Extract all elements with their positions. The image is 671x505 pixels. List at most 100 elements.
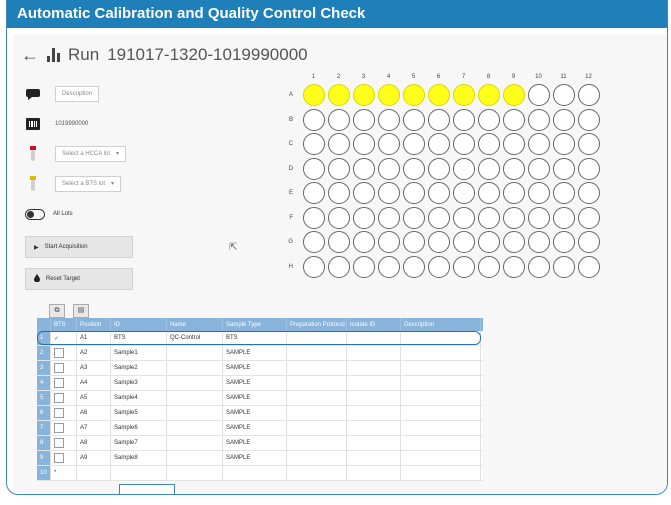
plate-well[interactable] [428,157,450,180]
bts-checkbox[interactable] [51,346,77,360]
plate-well[interactable] [453,231,475,253]
plate-well[interactable] [578,182,600,204]
plate-well[interactable] [403,108,425,131]
table-cell[interactable]: SAMPLE [223,451,287,465]
plate-well[interactable] [303,108,325,131]
plate-well[interactable] [403,255,425,278]
bts-checkbox[interactable] [51,421,77,435]
table-row[interactable]: 2 A2 Sample1 SAMPLE [37,346,483,361]
table-cell[interactable]: BTS [223,331,287,345]
plate-well[interactable] [553,108,575,131]
table-cell[interactable]: A5 [77,391,111,405]
plate-well[interactable] [553,133,575,155]
table-cell[interactable]: A2 [77,346,111,360]
plate-well[interactable] [528,255,550,278]
checkbox-box[interactable] [54,453,64,463]
table-cell[interactable] [347,331,401,345]
table-cell[interactable] [347,406,401,420]
plate-well[interactable] [378,255,400,278]
bts-checkbox[interactable]: ✓ [51,331,77,345]
plate-well[interactable] [303,255,325,278]
table-cell[interactable] [287,331,347,345]
plate-well[interactable] [328,182,350,204]
plate-well[interactable] [403,84,425,106]
back-arrow-icon[interactable]: ← [21,45,39,66]
plate-well[interactable] [403,231,425,253]
bts-checkbox[interactable] [51,391,77,405]
table-row[interactable]: 3 A3 Sample2 SAMPLE [37,361,483,376]
plate-well[interactable] [403,133,425,155]
bts-checkbox[interactable] [51,361,77,375]
table-cell[interactable]: A9 [77,451,111,465]
table-cell[interactable] [167,361,223,375]
plate-well[interactable] [553,157,575,180]
copy-icon[interactable]: ⧉ [49,304,65,318]
table-cell[interactable] [287,466,347,480]
column-header[interactable] [37,318,51,331]
table-cell[interactable]: Sample4 [111,391,167,405]
table-row[interactable]: 5 A5 Sample4 SAMPLE [37,391,483,406]
plate-well[interactable] [428,182,450,204]
plate-well[interactable] [528,206,550,229]
table-cell[interactable]: A4 [77,376,111,390]
new-row-id-input[interactable] [119,484,175,494]
table-cell[interactable]: SAMPLE [223,436,287,450]
plate-well[interactable] [353,133,375,155]
table-cell[interactable] [401,421,481,435]
table-cell[interactable] [347,436,401,450]
plate-well[interactable] [303,133,325,155]
plate-well[interactable] [528,157,550,180]
plate-well[interactable] [328,157,350,180]
plate-well[interactable] [578,133,600,155]
plate-well[interactable] [503,231,525,253]
plate-well[interactable] [453,157,475,180]
plate-well[interactable] [328,231,350,253]
table-cell[interactable]: QC-Control [167,331,223,345]
table-cell[interactable] [401,451,481,465]
plate-well[interactable] [303,182,325,204]
plate-well[interactable] [353,84,375,106]
table-cell[interactable] [401,466,481,480]
table-row[interactable]: 10 * [37,466,483,481]
checkbox-box[interactable] [54,423,64,433]
table-cell[interactable] [401,331,481,345]
table-cell[interactable] [287,376,347,390]
bts-checkbox[interactable] [51,451,77,465]
bts-checkbox[interactable] [51,406,77,420]
plate-well[interactable] [428,133,450,155]
bts-checkbox[interactable] [51,436,77,450]
table-cell[interactable]: A6 [77,406,111,420]
plate-well[interactable] [528,84,550,106]
plate-well[interactable] [403,182,425,204]
checkbox-box[interactable] [54,438,64,448]
table-cell[interactable] [167,451,223,465]
table-cell[interactable] [287,406,347,420]
plate-well[interactable] [428,255,450,278]
plate-well[interactable] [528,231,550,253]
plate-well[interactable] [378,133,400,155]
table-cell[interactable] [167,346,223,360]
description-input[interactable]: Description [55,86,100,102]
bts-checkbox[interactable] [51,376,77,390]
table-cell[interactable]: SAMPLE [223,391,287,405]
table-cell[interactable] [401,361,481,375]
plate-well[interactable] [428,231,450,253]
plate-well[interactable] [453,255,475,278]
table-cell[interactable]: A7 [77,421,111,435]
table-cell[interactable] [167,391,223,405]
plate-well[interactable] [478,157,500,180]
table-cell[interactable] [347,421,401,435]
plate-well[interactable] [478,182,500,204]
plate-well[interactable] [378,84,400,106]
plate-well[interactable] [478,84,500,106]
plate-well[interactable] [453,133,475,155]
plate-well[interactable] [353,157,375,180]
table-cell[interactable]: Sample2 [111,361,167,375]
plate-well[interactable] [478,231,500,253]
reset-target-button[interactable]: Reset Target [25,268,133,290]
plate-well[interactable] [303,231,325,253]
plate-well[interactable] [578,108,600,131]
table-row[interactable]: 6 A6 Sample5 SAMPLE [37,406,483,421]
paste-icon[interactable]: ▤ [73,304,89,318]
table-cell[interactable] [77,466,111,480]
